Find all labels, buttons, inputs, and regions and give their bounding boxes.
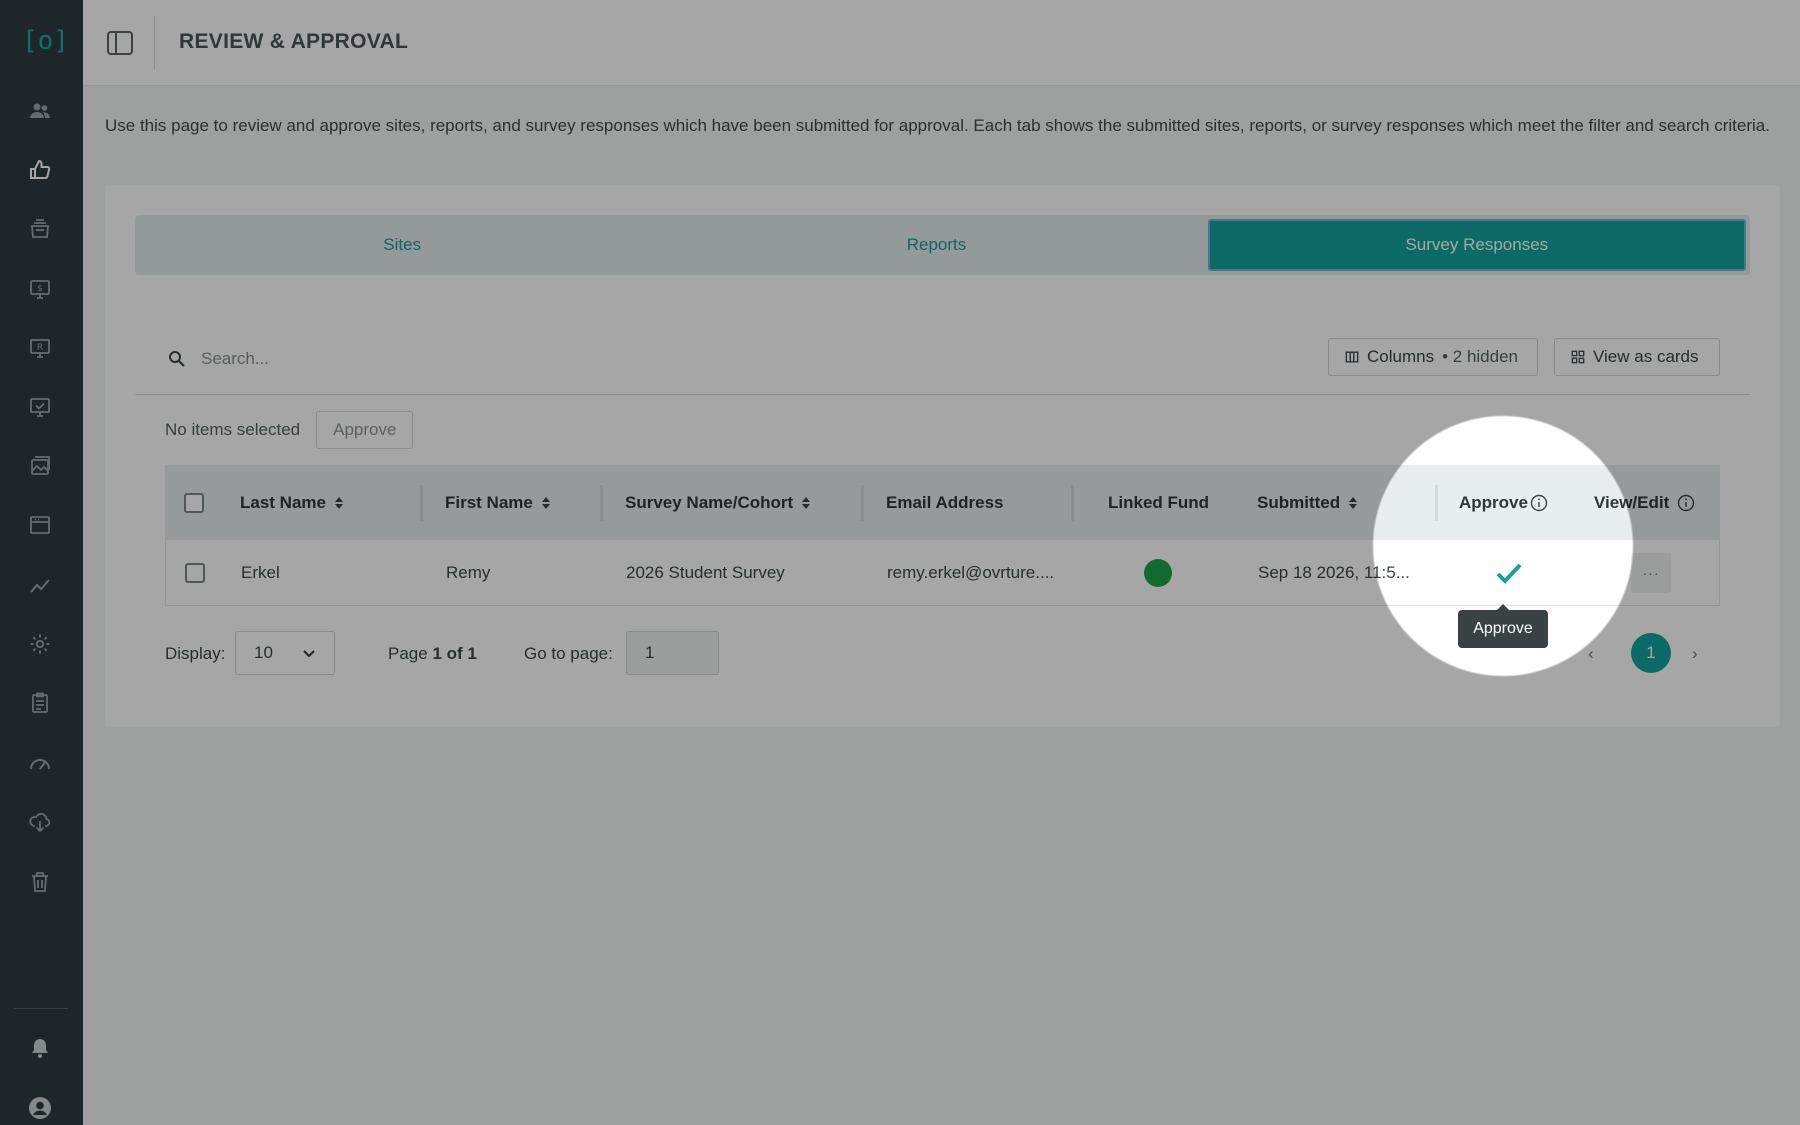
current-page-button[interactable]: 1 <box>1631 633 1671 673</box>
info-icon[interactable] <box>1530 494 1548 512</box>
goto-page-label: Go to page: <box>524 644 613 663</box>
col-resize-handle[interactable] <box>1071 485 1074 521</box>
cell-last-name: Erkel <box>241 562 280 582</box>
sort-icon <box>802 496 811 509</box>
col-first-name[interactable]: First Name <box>445 465 551 540</box>
header-divider <box>154 16 155 70</box>
view-as-cards-label: View as cards <box>1593 347 1699 366</box>
responses-table: Last Name First Name Survey Name/Cohort … <box>165 465 1720 606</box>
col-resize-handle[interactable] <box>861 485 864 521</box>
col-email-label: Email Address <box>886 492 1004 512</box>
selection-status: No items selected <box>165 420 301 439</box>
checkmark-icon <box>1496 563 1522 584</box>
col-resize-handle[interactable] <box>600 485 603 521</box>
select-all-checkbox[interactable] <box>184 492 204 513</box>
speedometer-icon[interactable] <box>24 747 56 779</box>
next-page-button[interactable]: › <box>1692 644 1698 664</box>
row-actions-button[interactable]: ··· <box>1631 552 1671 593</box>
sidebar: [o] $ R <box>0 0 83 1125</box>
view-as-cards-button[interactable]: View as cards <box>1554 338 1720 376</box>
columns-icon <box>1345 351 1359 363</box>
col-approve: Approve <box>1459 465 1548 540</box>
tab-sites[interactable]: Sites <box>135 215 669 275</box>
col-approve-label: Approve <box>1459 492 1528 512</box>
columns-button[interactable]: Columns • 2 hidden <box>1328 338 1538 376</box>
selection-bar: No items selected Approve <box>165 411 414 449</box>
page-size-value: 10 <box>254 643 273 662</box>
logo-icon[interactable]: [o] <box>22 24 69 58</box>
cell-email: remy.erkel@ovrture.... <box>887 562 1055 582</box>
row-select-checkbox[interactable] <box>185 562 205 583</box>
col-survey-label: Survey Name/Cohort <box>625 492 794 512</box>
col-survey-name[interactable]: Survey Name/Cohort <box>625 465 811 540</box>
svg-text:R: R <box>37 343 43 353</box>
bulk-approve-button[interactable]: Approve <box>316 411 414 449</box>
bell-icon[interactable] <box>24 1032 56 1064</box>
monitor-report-icon[interactable]: R <box>24 332 56 364</box>
grid-icon <box>1571 350 1585 364</box>
page-info-prefix: Page <box>388 644 428 663</box>
svg-text:$: $ <box>37 284 43 294</box>
col-resize-handle[interactable] <box>1435 485 1438 521</box>
col-first-name-label: First Name <box>445 492 533 512</box>
tab-bar: Sites Reports Survey Responses <box>135 215 1750 275</box>
monitor-check-icon[interactable] <box>24 391 56 423</box>
cell-survey-name: 2026 Student Survey <box>626 562 785 582</box>
linked-fund-indicator <box>1144 558 1172 587</box>
col-last-name[interactable]: Last Name <box>240 465 344 540</box>
col-email: Email Address <box>886 465 1003 540</box>
page-title: REVIEW & APPROVAL <box>179 30 409 53</box>
page-size-select[interactable]: 10 <box>235 631 335 675</box>
col-linked-fund-label: Linked Fund <box>1108 492 1210 512</box>
col-view-edit: View/Edit <box>1594 465 1695 540</box>
search-input[interactable] <box>201 343 701 375</box>
monitor-dollar-icon[interactable]: $ <box>24 273 56 305</box>
inbox-stack-icon[interactable] <box>24 213 56 245</box>
trash-icon[interactable] <box>24 866 56 898</box>
display-label: Display: <box>165 644 226 663</box>
line-chart-icon[interactable] <box>24 569 56 601</box>
browser-window-icon[interactable] <box>24 509 56 541</box>
page-info: Page 1 of 1 <box>388 644 477 664</box>
page-description: Use this page to review and approve site… <box>105 116 1770 135</box>
tab-survey-responses[interactable]: Survey Responses <box>1207 219 1746 271</box>
gear-icon[interactable] <box>24 628 56 660</box>
col-submitted[interactable]: Submitted <box>1257 465 1358 540</box>
tab-reports[interactable]: Reports <box>669 215 1203 275</box>
info-icon[interactable] <box>1677 494 1695 512</box>
col-last-name-label: Last Name <box>240 492 326 512</box>
sort-icon <box>334 496 343 509</box>
approve-tooltip: Approve <box>1458 604 1548 648</box>
clipboard-icon[interactable] <box>24 687 56 719</box>
user-avatar-icon[interactable] <box>24 1092 56 1124</box>
sort-icon <box>541 496 550 509</box>
sidebar-divider <box>14 1008 68 1009</box>
thumbs-up-icon[interactable] <box>24 154 56 186</box>
columns-label: Columns <box>1367 347 1435 366</box>
cell-submitted: Sep 18 2026, 11:5... <box>1258 562 1410 582</box>
sort-icon <box>1349 496 1358 509</box>
col-linked-fund: Linked Fund <box>1108 465 1209 540</box>
table-header: Last Name First Name Survey Name/Cohort … <box>165 465 1720 540</box>
hidden-columns-count: • 2 hidden <box>1442 347 1518 366</box>
table-row[interactable]: Erkel Remy 2026 Student Survey remy.erke… <box>165 540 1720 606</box>
col-view-edit-label: View/Edit <box>1594 492 1670 512</box>
chevron-down-icon <box>303 650 315 658</box>
page-info-current: 1 of 1 <box>432 644 477 663</box>
col-resize-handle[interactable] <box>420 485 423 521</box>
cell-first-name: Remy <box>446 562 491 582</box>
search-icon <box>167 349 187 369</box>
goto-page-input[interactable]: 1 <box>626 631 719 675</box>
prev-page-button[interactable]: ‹ <box>1588 644 1594 664</box>
users-icon[interactable] <box>24 95 56 127</box>
images-icon[interactable] <box>24 450 56 482</box>
col-submitted-label: Submitted <box>1257 492 1341 512</box>
panel-toggle-icon[interactable] <box>105 28 135 58</box>
top-header: REVIEW & APPROVAL <box>83 0 1800 86</box>
cloud-download-icon[interactable] <box>24 806 56 838</box>
approve-check-button[interactable] <box>1496 540 1522 605</box>
